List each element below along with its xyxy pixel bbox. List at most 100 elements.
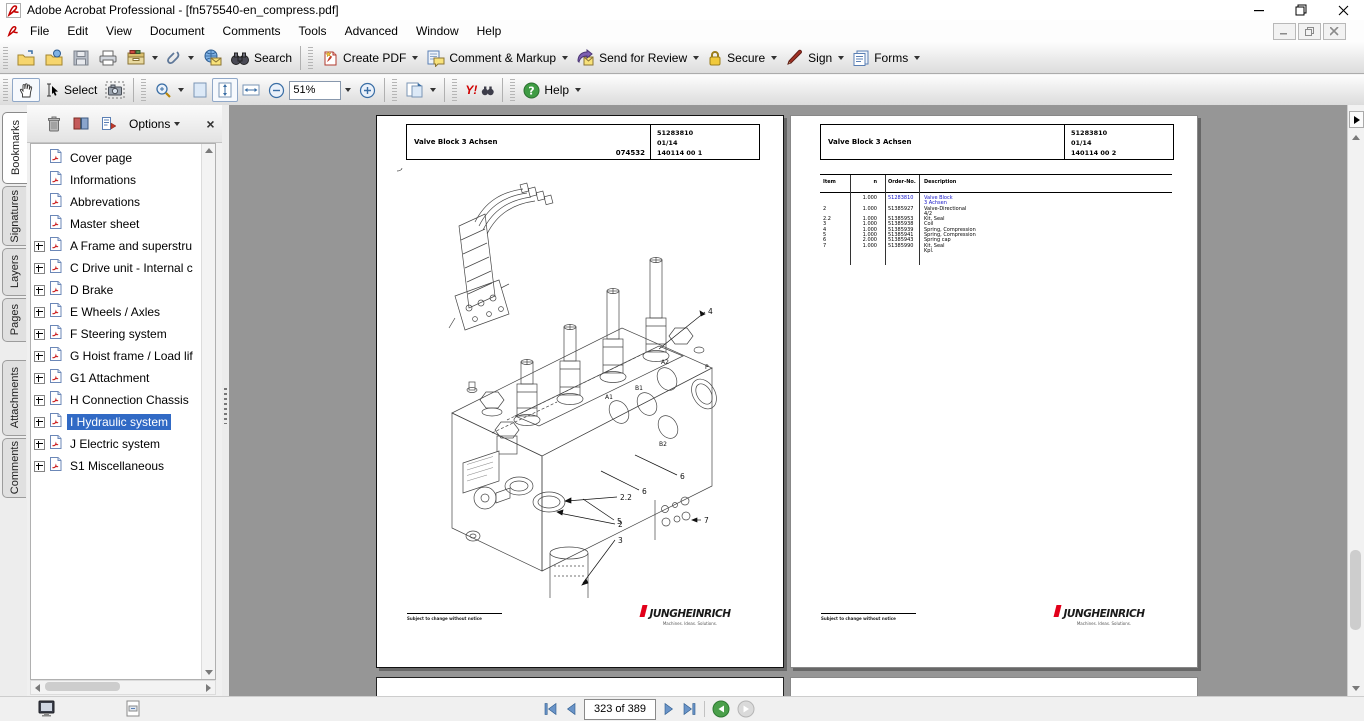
bookmark-item[interactable]: Abbrevations bbox=[31, 191, 215, 213]
yahoo-search-button[interactable]: Y! bbox=[461, 81, 498, 99]
send-review-button[interactable]: Send for Review bbox=[572, 47, 703, 69]
menu-comments[interactable]: Comments bbox=[214, 24, 290, 38]
bookmark-item[interactable]: C Drive unit - Internal c bbox=[31, 257, 215, 279]
bookmark-item[interactable]: Informations bbox=[31, 169, 215, 191]
bookmark-item[interactable]: G Hoist frame / Load lif bbox=[31, 345, 215, 367]
expand-plus-icon[interactable] bbox=[34, 307, 45, 318]
expand-plus-icon[interactable] bbox=[34, 329, 45, 340]
attach-dropdown-arrow[interactable] bbox=[188, 56, 194, 60]
bookmark-item[interactable]: F Steering system bbox=[31, 323, 215, 345]
tab-layers[interactable]: Layers bbox=[2, 248, 26, 296]
toolbar-grip[interactable] bbox=[392, 79, 397, 101]
zoom-in-button[interactable] bbox=[355, 80, 380, 101]
page-indicator-input[interactable] bbox=[584, 699, 656, 720]
toolbar-grip[interactable] bbox=[308, 47, 313, 69]
menu-advanced[interactable]: Advanced bbox=[336, 24, 407, 38]
doc-restore-button[interactable] bbox=[1298, 23, 1321, 40]
send-review-dropdown-arrow[interactable] bbox=[693, 56, 699, 60]
bookmark-item[interactable]: Master sheet bbox=[31, 213, 215, 235]
menu-help[interactable]: Help bbox=[468, 24, 511, 38]
toolbar-grip[interactable] bbox=[452, 79, 457, 101]
bookmark-item[interactable]: Cover page bbox=[31, 147, 215, 169]
expand-plus-icon[interactable] bbox=[34, 241, 45, 252]
hand-tool-button[interactable] bbox=[12, 78, 40, 102]
open-web-button[interactable] bbox=[40, 47, 68, 69]
bookmarks-horizontal-scrollbar[interactable] bbox=[30, 680, 216, 695]
bookmark-item-selected[interactable]: I Hydraulic system bbox=[31, 411, 215, 433]
scroll-down-icon[interactable] bbox=[202, 666, 215, 679]
tab-bookmarks[interactable]: Bookmarks bbox=[2, 112, 28, 184]
restore-button[interactable] bbox=[1280, 0, 1322, 20]
next-view-icon[interactable] bbox=[737, 700, 755, 718]
menu-file[interactable]: File bbox=[21, 24, 58, 38]
zoom-out-button[interactable] bbox=[264, 80, 289, 101]
tab-comments[interactable]: Comments bbox=[2, 438, 26, 498]
sign-dropdown-arrow[interactable] bbox=[838, 56, 844, 60]
close-button[interactable] bbox=[1322, 0, 1364, 20]
attach-button[interactable] bbox=[162, 47, 198, 69]
bookmark-item[interactable]: E Wheels / Axles bbox=[31, 301, 215, 323]
actual-size-button[interactable] bbox=[188, 79, 212, 101]
minimize-button[interactable] bbox=[1238, 0, 1280, 20]
menu-window[interactable]: Window bbox=[407, 24, 468, 38]
first-page-icon[interactable] bbox=[543, 702, 558, 716]
fit-width-button[interactable] bbox=[238, 80, 264, 100]
create-pdf-dropdown-arrow[interactable] bbox=[412, 56, 418, 60]
menu-document[interactable]: Document bbox=[141, 24, 214, 38]
document-vertical-scrollbar[interactable] bbox=[1347, 105, 1364, 697]
show-right-panel-icon[interactable] bbox=[1349, 111, 1364, 128]
forms-button[interactable]: Forms bbox=[848, 47, 924, 69]
help-button[interactable]: ? Help bbox=[519, 80, 585, 101]
last-page-icon[interactable] bbox=[682, 702, 697, 716]
order-number-link[interactable]: 51283810 bbox=[885, 196, 919, 207]
page-layout-dropdown-arrow[interactable] bbox=[430, 88, 436, 92]
pdf-page-left[interactable]: Valve Block 3 Achsen 074532 51283810 01/… bbox=[376, 115, 784, 668]
scroll-left-icon[interactable] bbox=[31, 681, 44, 694]
expand-plus-icon[interactable] bbox=[34, 395, 45, 406]
doc-close-button[interactable] bbox=[1323, 23, 1346, 40]
bookmark-item[interactable]: G1 Attachment bbox=[31, 367, 215, 389]
trash-icon[interactable] bbox=[47, 116, 61, 132]
previous-view-icon[interactable] bbox=[712, 700, 730, 718]
next-page-partial-left[interactable] bbox=[376, 677, 784, 697]
panel-close-icon[interactable]: × bbox=[206, 116, 214, 132]
save-button[interactable] bbox=[68, 47, 94, 69]
toolbar-grip[interactable] bbox=[510, 79, 515, 101]
toolbar-grip[interactable] bbox=[141, 79, 146, 101]
expand-plus-icon[interactable] bbox=[34, 373, 45, 384]
expand-plus-icon[interactable] bbox=[34, 417, 45, 428]
snapshot-button[interactable] bbox=[101, 79, 129, 101]
page-layout-button[interactable] bbox=[401, 79, 440, 101]
next-page-icon[interactable] bbox=[663, 702, 675, 716]
tab-attachments[interactable]: Attachments bbox=[2, 360, 26, 436]
page-size-icon[interactable] bbox=[126, 700, 140, 717]
organizer-dropdown-arrow[interactable] bbox=[152, 56, 158, 60]
comment-markup-dropdown-arrow[interactable] bbox=[562, 56, 568, 60]
bookmark-item[interactable]: H Connection Chassis bbox=[31, 389, 215, 411]
sign-button[interactable]: Sign bbox=[781, 47, 848, 69]
bookmark-item[interactable]: A Frame and superstru bbox=[31, 235, 215, 257]
print-button[interactable] bbox=[94, 47, 122, 69]
doc-minimize-button[interactable] bbox=[1273, 23, 1296, 40]
previous-page-icon[interactable] bbox=[565, 702, 577, 716]
menu-edit[interactable]: Edit bbox=[58, 24, 97, 38]
fit-page-button[interactable] bbox=[212, 78, 238, 102]
zoom-level-dropdown-arrow[interactable] bbox=[345, 88, 351, 92]
expand-plus-icon[interactable] bbox=[34, 351, 45, 362]
pdf-page-right[interactable]: Valve Block 3 Achsen 51283810 01/14 1401… bbox=[790, 115, 1198, 668]
search-button[interactable]: Search bbox=[226, 48, 296, 68]
menu-tools[interactable]: Tools bbox=[290, 24, 336, 38]
email-button[interactable] bbox=[198, 47, 226, 69]
expand-plus-icon[interactable] bbox=[34, 285, 45, 296]
expand-plus-icon[interactable] bbox=[34, 439, 45, 450]
bookmark-item[interactable]: D Brake bbox=[31, 279, 215, 301]
secure-dropdown-arrow[interactable] bbox=[771, 56, 777, 60]
toolbar-grip[interactable] bbox=[3, 79, 8, 101]
new-bookmark-icon[interactable] bbox=[101, 116, 117, 131]
expand-plus-icon[interactable] bbox=[34, 461, 45, 472]
next-page-partial-right[interactable] bbox=[790, 677, 1198, 697]
options-menu-button[interactable]: Options bbox=[129, 117, 180, 131]
scroll-up-icon[interactable] bbox=[202, 144, 215, 157]
scroll-right-icon[interactable] bbox=[202, 681, 215, 694]
bookmark-item[interactable]: J Electric system bbox=[31, 433, 215, 455]
